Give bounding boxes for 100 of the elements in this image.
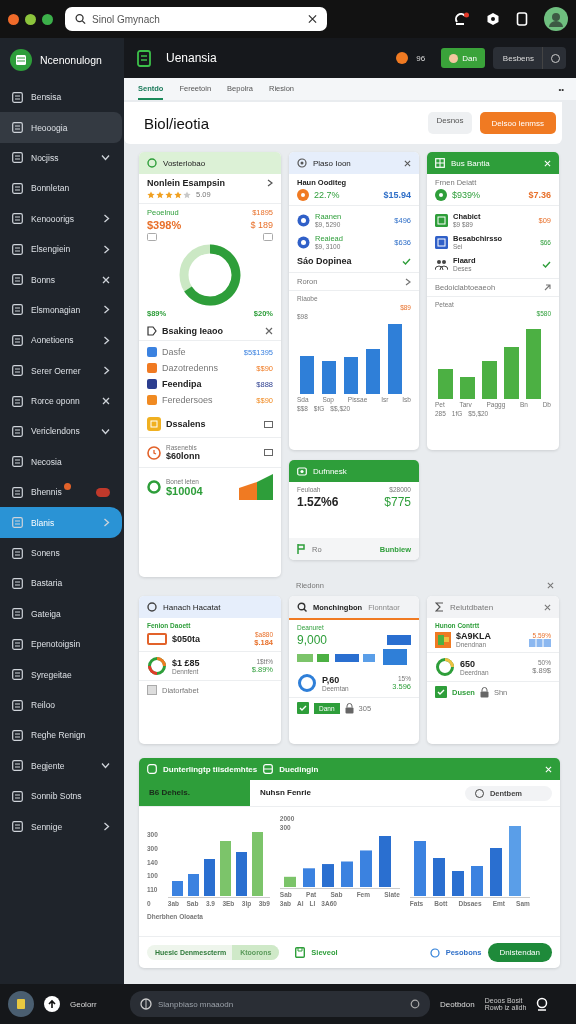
stat-percent: $939% — [452, 190, 481, 200]
sidebar-item[interactable]: Rorce oponn — [0, 385, 122, 417]
sidebar-item[interactable]: Vericlendons — [0, 416, 122, 447]
globe-icon — [140, 998, 152, 1010]
submit-button[interactable]: Dnistendan — [487, 943, 552, 962]
checkbox-icon[interactable] — [435, 686, 447, 698]
sidebar-item[interactable]: Aonetioens — [0, 325, 122, 356]
chevron-right-icon — [103, 822, 110, 832]
close-icon[interactable] — [308, 14, 317, 24]
search-field[interactable]: Sinol Gmynach — [65, 7, 327, 31]
sidebar-item[interactable]: Gateiga — [0, 598, 122, 630]
sidebar-item[interactable]: Necosia — [0, 446, 122, 478]
checkbox-icon[interactable] — [297, 702, 309, 714]
arrow-icon[interactable] — [544, 284, 551, 291]
image-icon — [435, 631, 451, 648]
stat-value: $7.36 — [528, 190, 551, 200]
hexagon-icon[interactable] — [486, 12, 500, 26]
save-icon — [295, 947, 306, 958]
secondary-button[interactable]: Besbens — [492, 47, 566, 69]
chevron-down-icon — [101, 762, 110, 770]
tab[interactable]: Nuhsn Fenrie — [249, 780, 372, 806]
donut-chart-drawing — [178, 243, 242, 307]
sidebar-item[interactable]: Serer Oerner — [0, 355, 122, 386]
sidebar-item[interactable]: Heooogia — [0, 112, 122, 143]
mini-bar-drawing — [529, 639, 551, 647]
app-icon[interactable] — [8, 991, 34, 1017]
list-icon — [12, 426, 23, 437]
clipboard-icon — [136, 49, 152, 67]
app-title: Uenansia — [166, 51, 217, 65]
total-value: $10004 — [166, 484, 203, 497]
list-icon — [12, 91, 23, 103]
close-icon[interactable] — [404, 159, 411, 167]
alert-badge — [96, 487, 110, 497]
stat-value: $15.94 — [383, 190, 411, 200]
row-label: Sáo Dopinea — [297, 256, 352, 266]
sidebar-item[interactable]: Epenotoigsin — [0, 629, 122, 660]
list-icon — [12, 456, 23, 468]
card-title: Plaso Ioon — [313, 158, 351, 168]
chevron-right-icon — [103, 366, 110, 376]
refresh-icon[interactable] — [454, 12, 470, 26]
square-icon[interactable] — [264, 420, 273, 428]
area-chart-drawing — [239, 474, 273, 500]
circle-icon — [429, 947, 440, 958]
stat-value: $A9KLA — [456, 631, 491, 641]
sidebar-item[interactable]: Nocjiss — [0, 142, 122, 174]
tab[interactable]: B6 Dehels. — [139, 780, 250, 806]
circle-icon — [147, 480, 161, 494]
phone-icon[interactable] — [516, 12, 528, 26]
close-icon — [102, 397, 110, 406]
sidebar-item[interactable]: Begjente — [0, 750, 122, 781]
check-icon — [402, 257, 411, 265]
card-title: Vosterlobao — [163, 158, 206, 168]
list-icon — [12, 122, 23, 134]
stat-value: 9,000 — [297, 633, 328, 647]
sidebar-item[interactable]: Bonns — [0, 264, 122, 295]
inbox-icon — [263, 764, 274, 774]
window-control-icon[interactable] — [25, 13, 36, 25]
people-icon — [435, 257, 448, 271]
sidebar-item[interactable]: Sonens — [0, 537, 122, 569]
list-label: Dasfe — [162, 347, 186, 357]
list-icon — [12, 365, 23, 377]
close-icon — [102, 275, 110, 284]
product-name: Nonlein Esampsin — [147, 178, 226, 188]
close-icon[interactable] — [544, 603, 551, 611]
avatar-icon[interactable] — [544, 7, 568, 31]
logo-icon — [10, 49, 32, 71]
circle-icon — [297, 213, 310, 227]
sidebar-item[interactable]: Bhennis — [0, 477, 122, 508]
status-icon — [396, 52, 409, 64]
list-icon — [12, 213, 23, 225]
chevron-right-icon[interactable] — [267, 179, 273, 187]
tag-icon — [147, 326, 157, 336]
more-button[interactable]: •• — [558, 84, 564, 94]
list-label: Feendipa — [162, 379, 202, 389]
sidebar-item[interactable]: Sonnib Sotns — [0, 781, 122, 812]
action-button[interactable]: Desnos — [428, 112, 472, 134]
close-icon[interactable] — [547, 582, 554, 589]
sidebar-item[interactable]: Elsmonagian — [0, 294, 122, 326]
window-control-icon[interactable] — [8, 13, 19, 25]
sidebar-item[interactable]: Reghe Renign — [0, 720, 122, 751]
search-field[interactable]: Slanpbiaso mnaaodn — [130, 991, 430, 1017]
sidebar-item[interactable]: Syregeitae — [0, 659, 122, 690]
flag-icon — [297, 544, 306, 554]
sidebar-item[interactable]: Elsengiein — [0, 233, 122, 265]
power-icon[interactable] — [536, 997, 549, 1011]
sidebar-item[interactable]: Bensisa — [0, 82, 122, 113]
lock-icon — [344, 702, 354, 714]
square-icon[interactable] — [264, 449, 273, 456]
sidebar-item[interactable]: Bonnletan — [0, 173, 122, 204]
chevron-right-icon — [103, 335, 110, 345]
donut-chart-drawing — [147, 656, 167, 676]
sidebar-item[interactable]: Sennige — [0, 811, 122, 842]
sidebar-item[interactable]: Kenooorigs — [0, 203, 122, 234]
chevron-right-icon[interactable] — [405, 277, 411, 286]
sidebar-item[interactable]: Reiloo — [0, 689, 122, 721]
chevron-right-icon — [103, 214, 110, 224]
window-control-icon[interactable] — [42, 13, 53, 25]
grid-icon — [147, 417, 161, 431]
sidebar-item[interactable]: Bastaria — [0, 568, 122, 599]
close-icon[interactable] — [265, 327, 273, 335]
